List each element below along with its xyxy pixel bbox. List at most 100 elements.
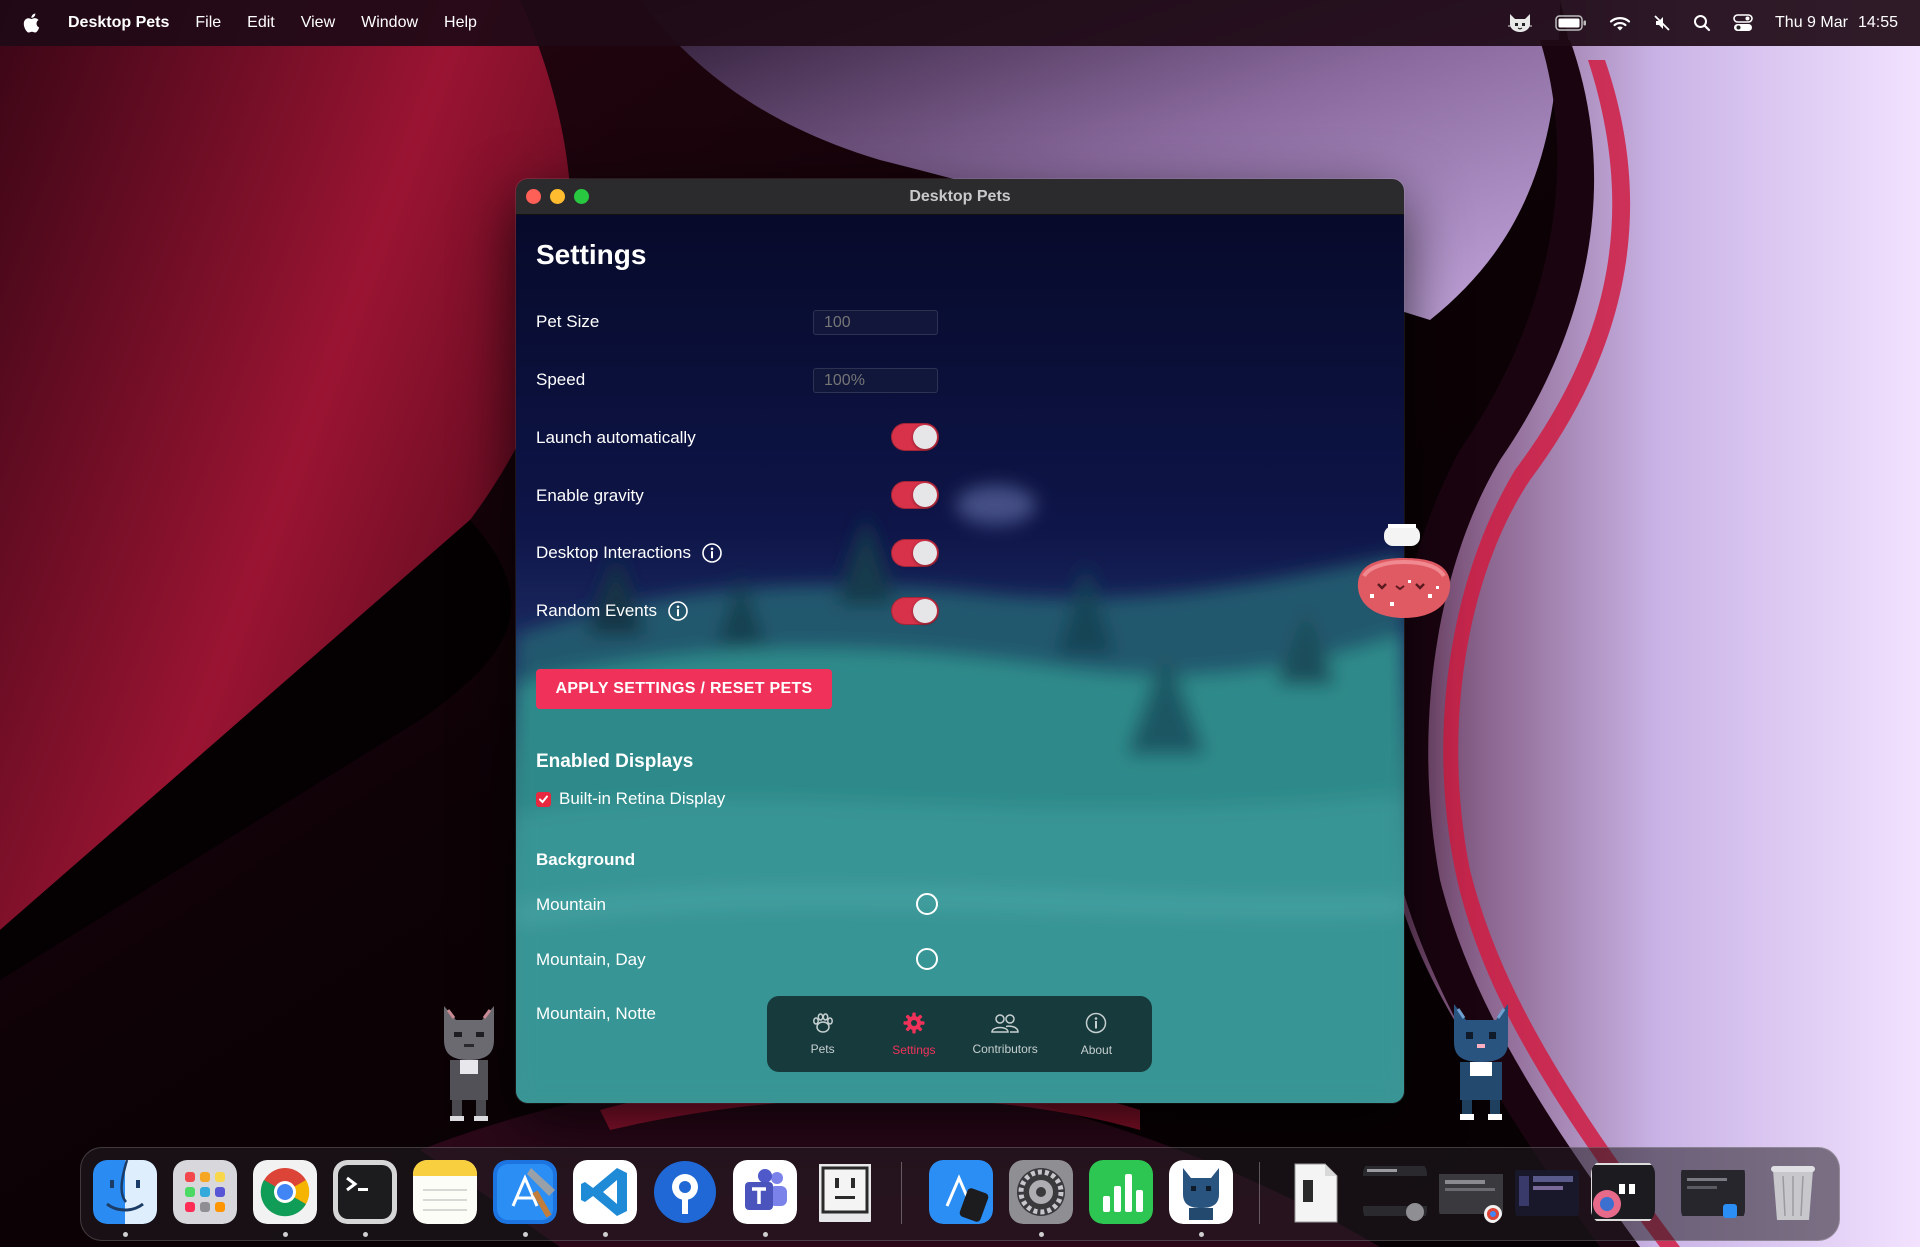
desktop-interactions-row: Desktop Interactions: [536, 542, 723, 564]
desktop-pets-window: Desktop Pets Settings Pet Size 100 Speed…: [516, 179, 1404, 1103]
window-title: Desktop Pets: [909, 187, 1011, 205]
document-icon[interactable]: [1283, 1160, 1347, 1224]
desktop-pets-app-icon[interactable]: [1169, 1160, 1233, 1224]
gray-cat-pet[interactable]: [436, 1000, 502, 1122]
spotlight-search-icon[interactable]: [1693, 14, 1711, 32]
minimize-window-button[interactable]: [550, 189, 565, 204]
launchpad-icon[interactable]: [173, 1160, 237, 1224]
tab-label: About: [1080, 1043, 1113, 1057]
minimized-window-thumbnail[interactable]: [1681, 1160, 1745, 1224]
dock-separator: [901, 1162, 902, 1224]
tab-about[interactable]: About: [1051, 1011, 1141, 1057]
simulator-icon[interactable]: [929, 1160, 993, 1224]
background-option-label: Mountain: [536, 895, 606, 914]
date-text: Thu 9 Mar: [1775, 14, 1848, 31]
app-name-menu[interactable]: Desktop Pets: [68, 14, 169, 32]
background-option-label: Mountain, Notte: [536, 1004, 657, 1023]
minimized-window-thumbnail[interactable]: [1439, 1160, 1503, 1224]
wifi-icon[interactable]: [1609, 15, 1631, 32]
menu-bar: Desktop Pets File Edit View Window Help …: [0, 0, 1920, 46]
toggle-knob: [913, 425, 937, 449]
speed-label: Speed: [536, 370, 586, 389]
apple-menu-icon[interactable]: [22, 12, 44, 34]
dock-separator: [1259, 1162, 1260, 1224]
running-indicator: [283, 1232, 288, 1237]
control-center-icon[interactable]: [1733, 14, 1753, 32]
speed-field[interactable]: [813, 368, 938, 393]
zoom-window-button[interactable]: [574, 189, 589, 204]
menu-view[interactable]: View: [301, 14, 335, 32]
tab-contributors[interactable]: Contributors: [960, 1012, 1050, 1056]
running-indicator: [1039, 1232, 1044, 1237]
enabled-displays-heading: Enabled Displays: [536, 751, 694, 772]
minimized-window-thumbnail[interactable]: [1591, 1160, 1655, 1224]
teams-icon[interactable]: [733, 1160, 797, 1224]
paw-icon: [810, 1012, 836, 1039]
terminal-icon[interactable]: [333, 1160, 397, 1224]
running-indicator: [603, 1232, 608, 1237]
running-indicator: [1199, 1232, 1204, 1237]
pixel-app-icon[interactable]: [813, 1160, 877, 1224]
running-indicator: [363, 1232, 368, 1237]
blue-cat-pet[interactable]: [1446, 1000, 1516, 1122]
minimized-window-thumbnail[interactable]: [1515, 1160, 1579, 1224]
system-settings-icon[interactable]: [1009, 1160, 1073, 1224]
running-indicator: [123, 1232, 128, 1237]
menu-bar-clock[interactable]: Thu 9 Mar 14:55: [1775, 14, 1898, 32]
muted-speaker-icon[interactable]: [1653, 14, 1671, 32]
info-icon[interactable]: [667, 600, 689, 622]
trash-icon[interactable]: [1761, 1160, 1825, 1224]
random-events-label: Random Events: [536, 601, 657, 620]
random-events-row: Random Events: [536, 600, 689, 622]
info-icon[interactable]: [701, 542, 723, 564]
enable-gravity-toggle[interactable]: [891, 481, 939, 509]
enable-gravity-label: Enable gravity: [536, 486, 644, 505]
chrome-icon[interactable]: [253, 1160, 317, 1224]
toggle-knob: [913, 483, 937, 507]
menu-help[interactable]: Help: [444, 14, 477, 32]
pink-slime-pet[interactable]: [1348, 520, 1460, 632]
pet-size-field[interactable]: [813, 310, 938, 335]
cat-status-icon[interactable]: [1507, 12, 1533, 34]
launch-automatically-label: Launch automatically: [536, 428, 696, 447]
numbers-icon[interactable]: [1089, 1160, 1153, 1224]
minimized-window-thumbnail[interactable]: [1363, 1160, 1427, 1224]
xcode-icon[interactable]: [493, 1160, 557, 1224]
display-name-label: Built-in Retina Display: [559, 789, 726, 808]
launch-automatically-toggle[interactable]: [891, 423, 939, 451]
tab-label: Contributors: [972, 1042, 1038, 1056]
menu-edit[interactable]: Edit: [247, 14, 275, 32]
window-titlebar[interactable]: Desktop Pets: [516, 179, 1404, 215]
menu-window[interactable]: Window: [361, 14, 418, 32]
battery-icon[interactable]: [1555, 15, 1587, 31]
toggle-knob: [913, 541, 937, 565]
pet-size-label: Pet Size: [536, 312, 600, 331]
gear-icon: [902, 1011, 926, 1040]
people-icon: [990, 1012, 1020, 1039]
menu-file[interactable]: File: [195, 14, 221, 32]
tab-label: Pets: [810, 1042, 835, 1056]
bottom-tab-bar: Pets Settings Contributors About: [767, 996, 1152, 1072]
page-title: Settings: [536, 239, 647, 270]
desktop-interactions-label: Desktop Interactions: [536, 543, 691, 562]
close-window-button[interactable]: [526, 189, 541, 204]
display-checkbox[interactable]: [536, 791, 551, 807]
running-indicator: [523, 1232, 528, 1237]
random-events-toggle[interactable]: [891, 597, 939, 625]
apply-settings-button[interactable]: APPLY SETTINGS / RESET PETS: [536, 669, 832, 709]
background-scene: [516, 215, 1404, 1103]
tab-settings[interactable]: Settings: [869, 1011, 959, 1057]
background-mountain-radio[interactable]: [916, 893, 938, 915]
settings-view: Settings Pet Size Speed Launch automatic…: [516, 215, 1404, 1103]
sourcetree-icon[interactable]: [653, 1160, 717, 1224]
background-option-label: Mountain, Day: [536, 950, 646, 969]
finder-icon[interactable]: [93, 1160, 157, 1224]
vscode-icon[interactable]: [573, 1160, 637, 1224]
background-heading: Background: [536, 850, 636, 869]
display-checkbox-row[interactable]: Built-in Retina Display: [536, 789, 725, 809]
desktop-interactions-toggle[interactable]: [891, 539, 939, 567]
notes-icon[interactable]: [413, 1160, 477, 1224]
tab-label: Settings: [892, 1043, 936, 1057]
background-mountain-day-radio[interactable]: [916, 948, 938, 970]
tab-pets[interactable]: Pets: [778, 1012, 868, 1056]
